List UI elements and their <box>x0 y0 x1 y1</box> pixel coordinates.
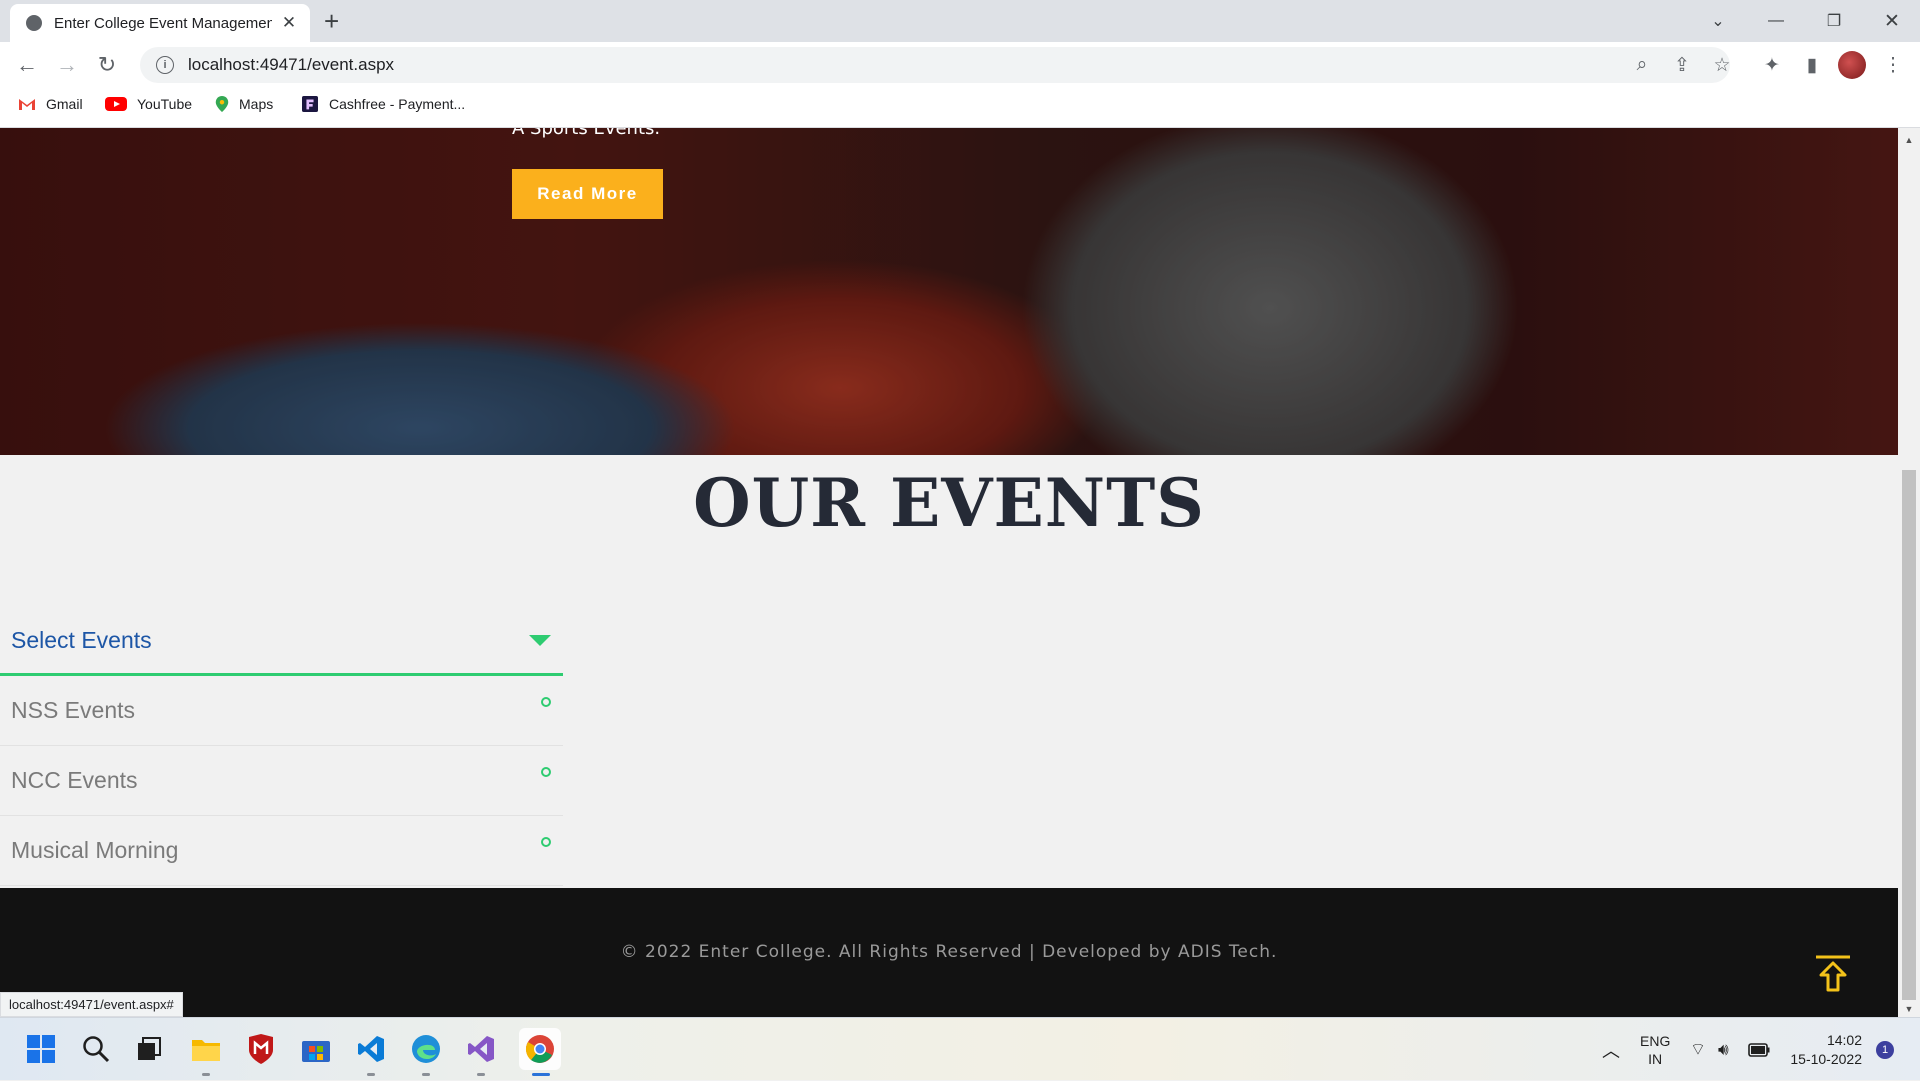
language-region: IN <box>1648 1050 1663 1067</box>
bookmark-label: Maps <box>239 96 274 112</box>
windows-taskbar: ︿ ENG IN ⌔ 🔊︎ 14:02 15-10-2022 1 <box>0 1017 1920 1080</box>
hero-overlay <box>0 128 1898 455</box>
circle-bullet-icon <box>541 836 551 847</box>
chrome-icon[interactable] <box>519 1028 561 1070</box>
tab-title: Enter College Event Managemen <box>54 14 272 32</box>
event-item-musical-morning[interactable]: Musical Morning <box>0 816 563 886</box>
running-indicator <box>202 1073 210 1076</box>
back-button[interactable]: ← <box>12 50 42 80</box>
events-heading: OUR EVENTS <box>693 464 1205 542</box>
footer-copyright: © 2022 Enter College. All Rights Reserve… <box>620 942 1278 962</box>
globe-icon <box>26 15 42 31</box>
scroll-down-arrow-icon[interactable]: ▼ <box>1903 1003 1915 1015</box>
new-tab-button[interactable]: + <box>324 6 339 36</box>
forward-button[interactable]: → <box>52 50 82 80</box>
event-item-label: Musical Morning <box>11 837 179 863</box>
close-window-button[interactable]: ✕ <box>1864 0 1920 42</box>
menu-dots-icon[interactable]: ⋮ <box>1878 50 1908 80</box>
bookmark-gmail[interactable]: Gmail <box>18 96 83 112</box>
share-icon[interactable]: ⇪ <box>1667 50 1697 80</box>
running-indicator <box>477 1073 485 1076</box>
page-footer: © 2022 Enter College. All Rights Reserve… <box>0 888 1898 1017</box>
gmail-icon <box>19 99 35 110</box>
side-panel-icon[interactable]: ▮ <box>1797 50 1827 80</box>
maps-icon <box>215 96 229 112</box>
event-item-label: NCC Events <box>11 767 138 793</box>
wifi-icon[interactable]: ⌔ <box>1690 1018 1706 1081</box>
zoom-icon[interactable]: ⌕ <box>1627 50 1657 80</box>
edge-icon[interactable] <box>409 1032 443 1066</box>
visual-studio-icon[interactable] <box>464 1032 498 1066</box>
language-code: ENG <box>1640 1032 1671 1049</box>
reload-button[interactable]: ↻ <box>92 50 122 80</box>
mcafee-icon[interactable] <box>244 1032 278 1066</box>
microsoft-store-icon[interactable] <box>299 1032 333 1066</box>
scroll-to-top-icon[interactable] <box>1814 954 1852 994</box>
tray-overflow-chevron-icon[interactable]: ︿ <box>1602 1018 1620 1081</box>
bookmark-label: Cashfree - Payment... <box>329 96 466 112</box>
clock-time: 14:02 <box>1826 1031 1862 1048</box>
link-status-bar: localhost:49471/event.aspx# <box>0 992 183 1017</box>
scroll-up-arrow-icon[interactable]: ▲ <box>1903 134 1915 146</box>
bookmark-label: Gmail <box>46 96 83 112</box>
bookmark-cashfree[interactable]: Cashfree - Payment... <box>301 96 465 112</box>
hero-banner: A Sports Events. Read More <box>0 128 1898 455</box>
minimize-button[interactable]: — <box>1748 0 1804 42</box>
read-more-button[interactable]: Read More <box>512 169 663 219</box>
close-tab-icon[interactable]: ✕ <box>280 13 298 33</box>
events-dropdown: Select Events NSS Events NCC Events Musi… <box>0 608 563 886</box>
site-info-icon[interactable]: i <box>156 56 174 74</box>
event-item-label: NSS Events <box>11 697 135 723</box>
notification-badge[interactable]: 1 <box>1876 1018 1894 1081</box>
select-events-label: Select Events <box>11 627 152 653</box>
bookmarks-bar: Gmail YouTube Maps Cashfree - Payment... <box>0 88 1920 128</box>
volume-icon[interactable]: 🔊︎ <box>1718 1018 1729 1081</box>
running-indicator <box>422 1073 430 1076</box>
battery-icon[interactable] <box>1748 1018 1770 1081</box>
page-viewport: A Sports Events. Read More OUR EVENTS Se… <box>0 128 1898 1017</box>
clock-date: 15-10-2022 <box>1790 1050 1862 1067</box>
event-item-nss[interactable]: NSS Events <box>0 676 563 746</box>
address-bar[interactable]: i localhost:49471/event.aspx <box>140 47 1730 83</box>
youtube-icon <box>105 97 127 111</box>
address-url: localhost:49471/event.aspx <box>188 55 395 74</box>
running-indicator <box>367 1073 375 1076</box>
cashfree-icon <box>302 96 318 112</box>
active-app-indicator <box>532 1073 550 1076</box>
circle-bullet-icon <box>541 696 551 707</box>
profile-avatar[interactable] <box>1838 51 1866 79</box>
browser-tab-strip: Enter College Event Managemen ✕ + ⌄ — ❐ … <box>0 0 1920 42</box>
tab-search-chevron-icon[interactable]: ⌄ <box>1690 0 1746 42</box>
scrollbar-thumb[interactable] <box>1902 470 1916 1000</box>
file-explorer-icon[interactable] <box>189 1032 223 1066</box>
clock[interactable]: 14:02 15-10-2022 <box>1790 1018 1862 1081</box>
bookmark-label: YouTube <box>137 96 193 112</box>
select-events-toggle[interactable]: Select Events <box>0 608 563 676</box>
task-view-icon[interactable] <box>132 1032 166 1066</box>
circle-bullet-icon <box>541 766 551 777</box>
vscode-icon[interactable] <box>354 1032 388 1066</box>
extensions-icon[interactable]: ✦ <box>1757 50 1787 80</box>
hero-subtitle: A Sports Events. <box>512 128 661 139</box>
notification-count: 1 <box>1876 1040 1894 1059</box>
bookmark-star-icon[interactable]: ☆ <box>1707 50 1737 80</box>
browser-tab[interactable]: Enter College Event Managemen ✕ <box>10 4 310 42</box>
browser-toolbar: ← → ↻ i localhost:49471/event.aspx ⌕ ⇪ ☆… <box>0 42 1920 88</box>
caret-down-icon <box>529 635 551 646</box>
search-icon[interactable] <box>79 1032 113 1066</box>
language-indicator[interactable]: ENG IN <box>1640 1018 1670 1081</box>
restore-button[interactable]: ❐ <box>1806 0 1862 42</box>
windows-start-icon[interactable] <box>24 1032 58 1066</box>
bookmark-youtube[interactable]: YouTube <box>105 96 192 112</box>
bookmark-maps[interactable]: Maps <box>215 96 273 112</box>
event-item-ncc[interactable]: NCC Events <box>0 746 563 816</box>
